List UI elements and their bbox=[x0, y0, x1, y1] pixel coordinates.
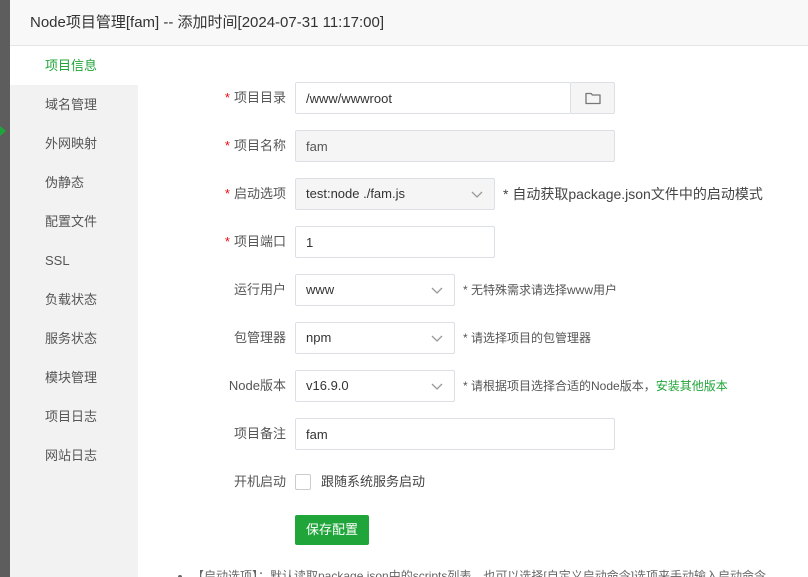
start-option-hint: * 自动获取package.json文件中的启动模式 bbox=[503, 186, 763, 202]
save-config-button[interactable]: 保存配置 bbox=[295, 515, 369, 545]
start-option-label: * 启动选项 bbox=[224, 186, 286, 201]
row-package-manager: 包管理器 npm * 请选择项目的包管理器 bbox=[138, 322, 808, 354]
autostart-label: 开机启动 bbox=[233, 474, 286, 489]
row-start-option: * 启动选项 test:node ./fam.js * 自动获取package.j… bbox=[138, 178, 808, 210]
start-option-select[interactable]: test:node ./fam.js bbox=[295, 178, 495, 210]
run-user-label: 运行用户 bbox=[233, 282, 286, 297]
browse-folder-button[interactable] bbox=[571, 82, 615, 114]
sidebar-item-load-status[interactable]: 负载状态 bbox=[10, 280, 138, 319]
project-remark-input[interactable] bbox=[295, 418, 615, 450]
sidebar-item-service-status[interactable]: 服务状态 bbox=[10, 319, 138, 358]
autostart-checkbox[interactable] bbox=[295, 474, 311, 490]
background-arrow-icon bbox=[0, 126, 6, 136]
run-user-hint: * 无特殊需求请选择www用户 bbox=[463, 283, 618, 297]
run-user-select[interactable]: www bbox=[295, 274, 455, 306]
chevron-down-icon bbox=[431, 287, 443, 294]
sidebar-item-site-log[interactable]: 网站日志 bbox=[10, 436, 138, 475]
autostart-checkbox-label[interactable]: 跟随系统服务启动 bbox=[321, 466, 425, 498]
chevron-down-icon bbox=[471, 191, 483, 198]
project-name-input bbox=[295, 130, 615, 162]
row-run-user: 运行用户 www * 无特殊需求请选择www用户 bbox=[138, 274, 808, 306]
sidebar-item-project-info[interactable]: 项目信息 bbox=[10, 46, 138, 85]
package-manager-select[interactable]: npm bbox=[295, 322, 455, 354]
project-port-input[interactable] bbox=[295, 226, 495, 258]
row-project-remark: 项目备注 bbox=[138, 418, 808, 450]
row-project-port: * 项目端口 bbox=[138, 226, 808, 258]
sidebar-item-ssl[interactable]: SSL bbox=[10, 241, 138, 280]
folder-icon bbox=[584, 92, 601, 105]
sidebar-item-external-mapping[interactable]: 外网映射 bbox=[10, 124, 138, 163]
node-version-hint: * 请根据项目选择合适的Node版本，安装其他版本 bbox=[463, 379, 728, 393]
sidebar-item-config-file[interactable]: 配置文件 bbox=[10, 202, 138, 241]
sidebar-item-domain[interactable]: 域名管理 bbox=[10, 85, 138, 124]
row-project-name: * 项目名称 bbox=[138, 130, 808, 162]
start-option-note: 【启动选项】：默认读取package.json中的scripts列表，也可以选择… bbox=[178, 568, 808, 577]
dialog-title: Node项目管理[fam] -- 添加时间[2024-07-31 11:17:0… bbox=[10, 0, 808, 46]
package-manager-hint: * 请选择项目的包管理器 bbox=[463, 331, 592, 345]
project-port-label: * 项目端口 bbox=[224, 234, 286, 249]
project-name-label: * 项目名称 bbox=[224, 138, 286, 153]
node-version-select[interactable]: v16.9.0 bbox=[295, 370, 455, 402]
sidebar-item-project-log[interactable]: 项目日志 bbox=[10, 397, 138, 436]
sidebar-item-module[interactable]: 模块管理 bbox=[10, 358, 138, 397]
project-remark-label: 项目备注 bbox=[233, 426, 286, 441]
sidebar-item-rewrite[interactable]: 伪静态 bbox=[10, 163, 138, 202]
background-page-strip bbox=[0, 0, 10, 577]
row-node-version: Node版本 v16.9.0 * 请根据项目选择合适的Node版本，安装其他版本 bbox=[138, 370, 808, 402]
node-project-dialog: Node项目管理[fam] -- 添加时间[2024-07-31 11:17:0… bbox=[10, 0, 808, 577]
chevron-down-icon bbox=[431, 383, 443, 390]
sidebar: 项目信息 域名管理 外网映射 伪静态 配置文件 SSL 负载状态 服务状态 模块… bbox=[10, 46, 138, 577]
row-autostart: 开机启动 跟随系统服务启动 bbox=[138, 466, 808, 498]
chevron-down-icon bbox=[431, 335, 443, 342]
row-project-dir: * 项目目录 bbox=[138, 82, 808, 114]
project-dir-input[interactable] bbox=[295, 82, 571, 114]
install-other-version-link[interactable]: 安装其他版本 bbox=[656, 379, 728, 393]
project-info-form: *项目目录 *项目名称 *启动选项 test:node ./fam.js * 自… bbox=[138, 46, 808, 577]
node-version-label: Node版本 bbox=[228, 378, 286, 393]
project-dir-label: * 项目目录 bbox=[224, 90, 286, 105]
package-manager-label: 包管理器 bbox=[233, 330, 286, 345]
